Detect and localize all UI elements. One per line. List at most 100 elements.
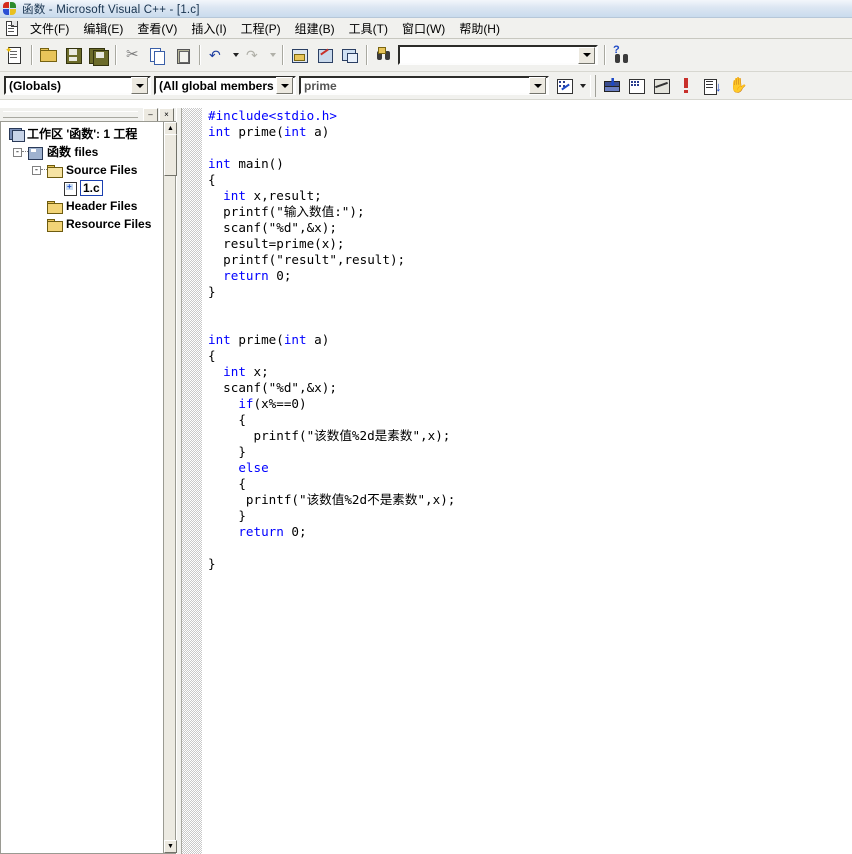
tree-project-files-label: 函数 files [47, 145, 99, 159]
tree-project-files[interactable]: - 函数 files [1, 143, 163, 161]
build-icon[interactable] [624, 73, 649, 98]
copy-icon[interactable] [145, 43, 170, 68]
workspace-window-icon[interactable] [287, 43, 312, 68]
menu-build[interactable]: 组建(B) [288, 18, 342, 39]
cut-icon[interactable]: ✂ [120, 43, 145, 68]
members-combo-value[interactable]: (All global members [156, 79, 276, 93]
code-editor[interactable]: #include<stdio.h> int prime(int a) int ma… [182, 108, 852, 854]
go-icon[interactable]: ↓ [699, 73, 724, 98]
tree-expander-source[interactable]: - [32, 165, 41, 175]
class-combo[interactable]: (Globals) [4, 76, 151, 95]
workspace-minimize-button[interactable]: – [143, 107, 158, 122]
workspace-panel: – × 工作区 '函数': 1 工程 - 函数 files - Source F… [0, 107, 177, 854]
find-in-files-icon[interactable] [371, 43, 396, 68]
code-line: else [208, 460, 852, 476]
code-line: scanf("%d",&x); [208, 380, 852, 396]
workspace-drag-handle[interactable] [3, 111, 138, 118]
new-file-icon[interactable]: ✦ [2, 43, 27, 68]
open-file-icon[interactable] [36, 43, 61, 68]
code-token: int [283, 124, 307, 139]
code-token: (x%==0) [253, 396, 307, 411]
vcpp-window: 函数 - Microsoft Visual C++ - [1.c] 文件(F) … [0, 0, 852, 854]
tree-workspace-root[interactable]: 工作区 '函数': 1 工程 [1, 125, 163, 143]
menu-edit[interactable]: 编辑(E) [76, 18, 130, 39]
class-combo-value[interactable]: (Globals) [6, 79, 131, 93]
window-title: 函数 - Microsoft Visual C++ - [1.c] [22, 3, 200, 16]
wizardbar-dropdown-icon[interactable] [575, 73, 588, 98]
function-combo-dropdown-icon[interactable] [529, 77, 546, 94]
code-line: int prime(int a) [208, 332, 852, 348]
wizardbar-action-icon[interactable] [553, 73, 575, 98]
tree-expander-project[interactable]: - [13, 147, 22, 157]
menu-file[interactable]: 文件(F) [23, 18, 76, 39]
redo-icon[interactable]: ↷ [241, 43, 266, 68]
code-token: { [208, 476, 246, 491]
code-token: printf("result",result); [208, 252, 406, 267]
undo-dropdown-icon[interactable] [229, 43, 241, 68]
code-token: int [208, 332, 231, 347]
execute-program-icon[interactable] [674, 73, 699, 98]
output-window-icon[interactable] [312, 43, 337, 68]
c-file-icon: + [64, 181, 77, 196]
workspace-tree[interactable]: 工作区 '函数': 1 工程 - 函数 files - Source Files [0, 121, 163, 854]
menu-tools[interactable]: 工具(T) [342, 18, 395, 39]
save-icon[interactable] [61, 43, 86, 68]
menu-window[interactable]: 窗口(W) [395, 18, 452, 39]
save-all-icon[interactable] [86, 43, 111, 68]
paste-icon[interactable] [170, 43, 195, 68]
code-token: int [208, 124, 231, 139]
workspace-vertical-scrollbar[interactable]: ▲ ▼ [163, 121, 177, 854]
workspace-caption-bar[interactable]: – × [0, 107, 176, 122]
code-line: int x; [208, 364, 852, 380]
code-line: } [208, 508, 852, 524]
menu-insert[interactable]: 插入(I) [184, 18, 233, 39]
compile-icon[interactable]: ⬇ [599, 73, 624, 98]
tree-header-files[interactable]: Header Files [1, 197, 163, 215]
scrollbar-thumb[interactable] [164, 134, 177, 176]
code-token: x; [245, 364, 269, 379]
code-token: prime( [230, 124, 284, 139]
code-line: printf("该数值%2d不是素数",x); [208, 492, 852, 508]
tree-resource-files[interactable]: Resource Files [1, 215, 163, 233]
function-combo-value[interactable]: prime [301, 79, 529, 93]
code-token: printf("该数值%2d不是素数",x); [208, 492, 456, 507]
find-combo[interactable] [398, 45, 598, 65]
window-list-icon[interactable] [337, 43, 362, 68]
insert-breakpoint-icon[interactable]: ✋ [724, 73, 749, 98]
menu-project[interactable]: 工程(P) [234, 18, 288, 39]
stop-build-icon[interactable] [649, 73, 674, 98]
editor-selection-margin[interactable] [182, 108, 203, 854]
tree-file-1c[interactable]: + 1.c [1, 179, 163, 197]
class-combo-dropdown-icon[interactable] [131, 77, 148, 94]
code-line: printf("该数值%2d是素数",x); [208, 428, 852, 444]
editor-code-text[interactable]: #include<stdio.h> int prime(int a) int ma… [208, 108, 852, 854]
members-combo[interactable]: (All global members [154, 76, 296, 95]
tree-resource-files-label: Resource Files [66, 217, 152, 231]
undo-icon[interactable]: ↶ [204, 43, 229, 68]
code-token: int [208, 156, 231, 171]
tree-header-files-label: Header Files [66, 199, 138, 213]
code-token: } [208, 444, 246, 459]
find-combo-dropdown-icon[interactable] [578, 46, 595, 64]
code-token: { [208, 348, 216, 363]
scroll-down-icon[interactable]: ▼ [164, 840, 177, 853]
function-combo[interactable]: prime [299, 76, 549, 95]
code-line: int prime(int a) [208, 124, 852, 140]
members-combo-dropdown-icon[interactable] [276, 77, 293, 94]
redo-dropdown-icon[interactable] [266, 43, 278, 68]
menu-view[interactable]: 查看(V) [130, 18, 184, 39]
code-token: else [238, 460, 269, 475]
toolbar-grip[interactable] [590, 74, 596, 97]
tree-source-files[interactable]: - Source Files [1, 161, 163, 179]
workspace-close-button[interactable]: × [159, 107, 174, 122]
search-help-icon[interactable]: ? [609, 43, 634, 68]
code-token: result=prime(x); [208, 236, 345, 251]
menu-help[interactable]: 帮助(H) [452, 18, 507, 39]
toolbar-separator [282, 45, 283, 65]
